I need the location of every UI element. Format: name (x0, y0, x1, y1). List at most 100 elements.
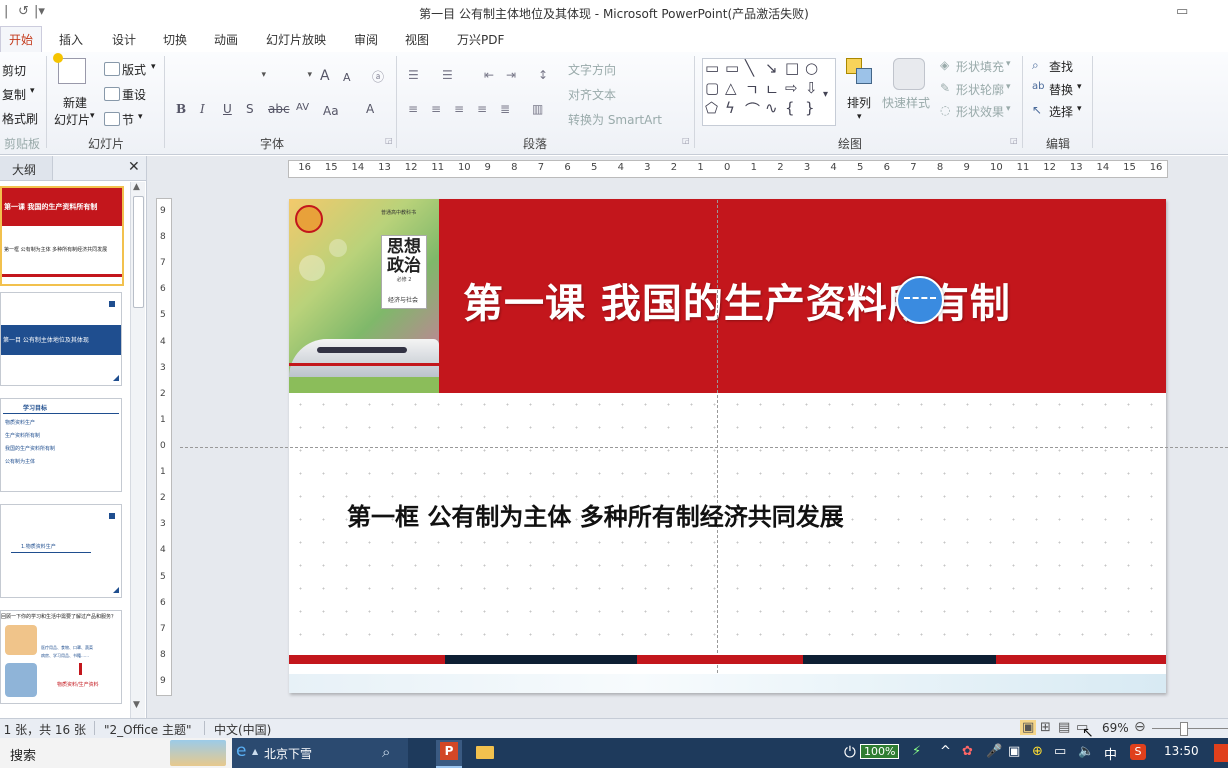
align-text-button[interactable]: 对齐文本 (568, 86, 616, 103)
new-slide-label[interactable]: 新建 (63, 94, 87, 111)
font-size-combo[interactable]: ▾ (272, 68, 314, 86)
reading-view-icon[interactable]: ▤ (1058, 720, 1070, 735)
shapes-gallery[interactable]: ▭ ▭ ╲ ↘ □ ○ ▢ △ ㄱ ㄴ ⇨ ⇩ ⬠ ϟ ⌒ ∿ { } ▾ (702, 58, 836, 126)
change-case-button[interactable]: Aa (323, 104, 339, 118)
font-name-dropdown-icon[interactable]: ▾ (261, 70, 266, 80)
right-brace-shape-icon[interactable]: } (805, 99, 815, 117)
oval-shape-icon[interactable]: ○ (805, 59, 818, 77)
file-explorer-task[interactable] (472, 740, 498, 766)
slide-thumbnail-1[interactable]: 第一课 我国的生产资料所有制 第一框 公有制为主体 多种所有制经济共同发展 (0, 186, 124, 286)
notification-badge-icon[interactable] (1214, 744, 1228, 762)
close-pane-icon[interactable]: ✕ (128, 159, 140, 175)
cut-button[interactable]: 剪切 (2, 62, 26, 79)
section-button[interactable]: 节 (122, 111, 134, 128)
new-slide-icon[interactable] (53, 53, 86, 84)
shape-effects-button[interactable]: 形状效果 (956, 103, 1004, 120)
new-slide-dropdown[interactable]: 幻灯片 (54, 111, 90, 128)
reset-button[interactable]: 重设 (122, 86, 146, 103)
paragraph-dialog-launcher-icon[interactable]: ◲ (682, 136, 690, 145)
tray-add-icon[interactable]: ⊕ (1032, 744, 1043, 759)
slides-pane-scrollbar[interactable]: ▲ ▼ (130, 182, 145, 718)
drawing-dialog-launcher-icon[interactable]: ◲ (1010, 136, 1018, 145)
shadow-button[interactable]: S (246, 102, 254, 116)
textbox-shape-icon[interactable]: ▭ (705, 59, 719, 77)
battery-percent[interactable]: 100% (860, 744, 900, 759)
tab-insert[interactable]: 插入 (59, 31, 83, 48)
arrange-icon[interactable] (846, 58, 874, 86)
shape-fill-button[interactable]: 形状填充 (956, 58, 1004, 75)
columns-icon[interactable]: ▥ (532, 102, 543, 116)
quick-styles-icon[interactable] (893, 58, 925, 90)
select-dropdown-icon[interactable]: ▾ (1077, 104, 1082, 114)
restore-window-icon[interactable]: ▭ (1176, 4, 1188, 19)
triangle-shape-icon[interactable]: △ (725, 79, 737, 97)
volume-icon[interactable]: 🔈 (1078, 744, 1094, 759)
clock-time[interactable]: 13:50 (1164, 744, 1199, 758)
pentagon-shape-icon[interactable]: ⬠ (705, 99, 718, 117)
shape-outline-button[interactable]: 形状轮廓 (956, 81, 1004, 98)
tray-chevron-icon[interactable]: ^ (940, 744, 951, 759)
tab-wondershare-pdf[interactable]: 万兴PDF (457, 31, 504, 48)
network-icon[interactable]: ▭ (1054, 744, 1066, 759)
bullets-icon[interactable]: ☰ (408, 68, 419, 82)
quick-styles-button[interactable]: 快速样式 (882, 94, 930, 111)
font-name-combo[interactable]: ▾ (172, 68, 268, 86)
vertical-textbox-shape-icon[interactable]: ▭ (725, 59, 739, 77)
theme-name[interactable]: "2_Office 主题" (104, 721, 192, 738)
distributed-icon[interactable]: ≣ (500, 102, 510, 116)
zoom-out-icon[interactable]: ⊖ (1134, 719, 1146, 735)
font-dialog-launcher-icon[interactable]: ◲ (385, 136, 393, 145)
tray-flower-icon[interactable]: ✿ (962, 744, 973, 759)
replace-dropdown-icon[interactable]: ▾ (1077, 82, 1082, 92)
italic-button[interactable]: I (200, 102, 205, 116)
tab-slideshow[interactable]: 幻灯片放映 (266, 31, 326, 48)
copy-button[interactable]: 复制 (2, 86, 26, 103)
layout-dropdown-icon[interactable]: ▾ (151, 62, 156, 72)
microphone-icon[interactable]: 🎤 (986, 744, 1002, 759)
clear-format-icon[interactable]: ⓐ (372, 68, 384, 85)
layout-button[interactable]: 版式 (122, 61, 146, 78)
tray-display-icon[interactable]: ▣ (1008, 744, 1020, 759)
numbering-icon[interactable]: ☰ (442, 68, 453, 82)
taskbar-search-box[interactable]: 搜索 (0, 738, 232, 768)
line-spacing-icon[interactable]: ↕ (538, 68, 548, 82)
down-arrow-shape-icon[interactable]: ⇩ (805, 79, 818, 97)
underline-button[interactable]: U (223, 102, 232, 116)
shape-effects-dropdown-icon[interactable]: ▾ (1006, 104, 1011, 114)
shape-fill-icon[interactable]: ◈ (940, 58, 949, 72)
connector-shape-icon[interactable]: ㄱ (745, 79, 759, 100)
right-arrow-shape-icon[interactable]: ⇨ (785, 79, 798, 97)
tab-animations[interactable]: 动画 (214, 31, 238, 48)
zoom-level[interactable]: 69% (1102, 721, 1129, 735)
tab-home[interactable]: 开始 (0, 26, 43, 53)
zoom-slider[interactable] (1152, 728, 1228, 729)
tray-app-icon[interactable]: ⚡ (912, 744, 921, 759)
increase-indent-icon[interactable]: ⇥ (506, 68, 516, 82)
zoom-slider-thumb[interactable] (1180, 722, 1188, 736)
slide-canvas[interactable]: 普通高中教科书 思想 政治 必修 2 经济与社会 第一课 我国的生产资料所有制 … (289, 199, 1166, 693)
new-slide-arrow-icon[interactable]: ▾ (90, 111, 95, 121)
sogou-input-icon[interactable]: S (1130, 744, 1146, 760)
slide-thumbnail-4[interactable]: 1.物质资料生产 (0, 504, 122, 598)
elbow-shape-icon[interactable]: ㄴ (765, 79, 779, 100)
select-button[interactable]: 选择 (1049, 103, 1073, 120)
tab-review[interactable]: 审阅 (354, 31, 378, 48)
shape-fill-dropdown-icon[interactable]: ▾ (1006, 59, 1011, 69)
bold-button[interactable]: B (176, 102, 186, 116)
find-button[interactable]: 查找 (1049, 58, 1073, 75)
font-color-button[interactable]: A (366, 102, 374, 116)
scroll-up-icon[interactable]: ▲ (133, 182, 140, 192)
copy-dropdown-icon[interactable]: ▾ (30, 86, 35, 96)
tab-view[interactable]: 视图 (405, 31, 429, 48)
decrease-indent-icon[interactable]: ⇤ (484, 68, 494, 82)
line-shape-icon[interactable]: ╲ (745, 59, 754, 77)
slide-sorter-icon[interactable]: ⊞ (1040, 720, 1051, 735)
shapes-more-icon[interactable]: ▾ (823, 89, 828, 100)
powerpoint-task[interactable]: P (436, 740, 462, 768)
tab-design[interactable]: 设计 (112, 31, 136, 48)
tab-outline[interactable]: 大纲 (12, 161, 36, 178)
arrange-button[interactable]: 排列 (847, 94, 871, 111)
arc-shape-icon[interactable]: ⌒ (745, 99, 760, 120)
align-right-icon[interactable]: ≡ (454, 102, 464, 116)
search-icon[interactable]: ⌕ (382, 743, 390, 761)
